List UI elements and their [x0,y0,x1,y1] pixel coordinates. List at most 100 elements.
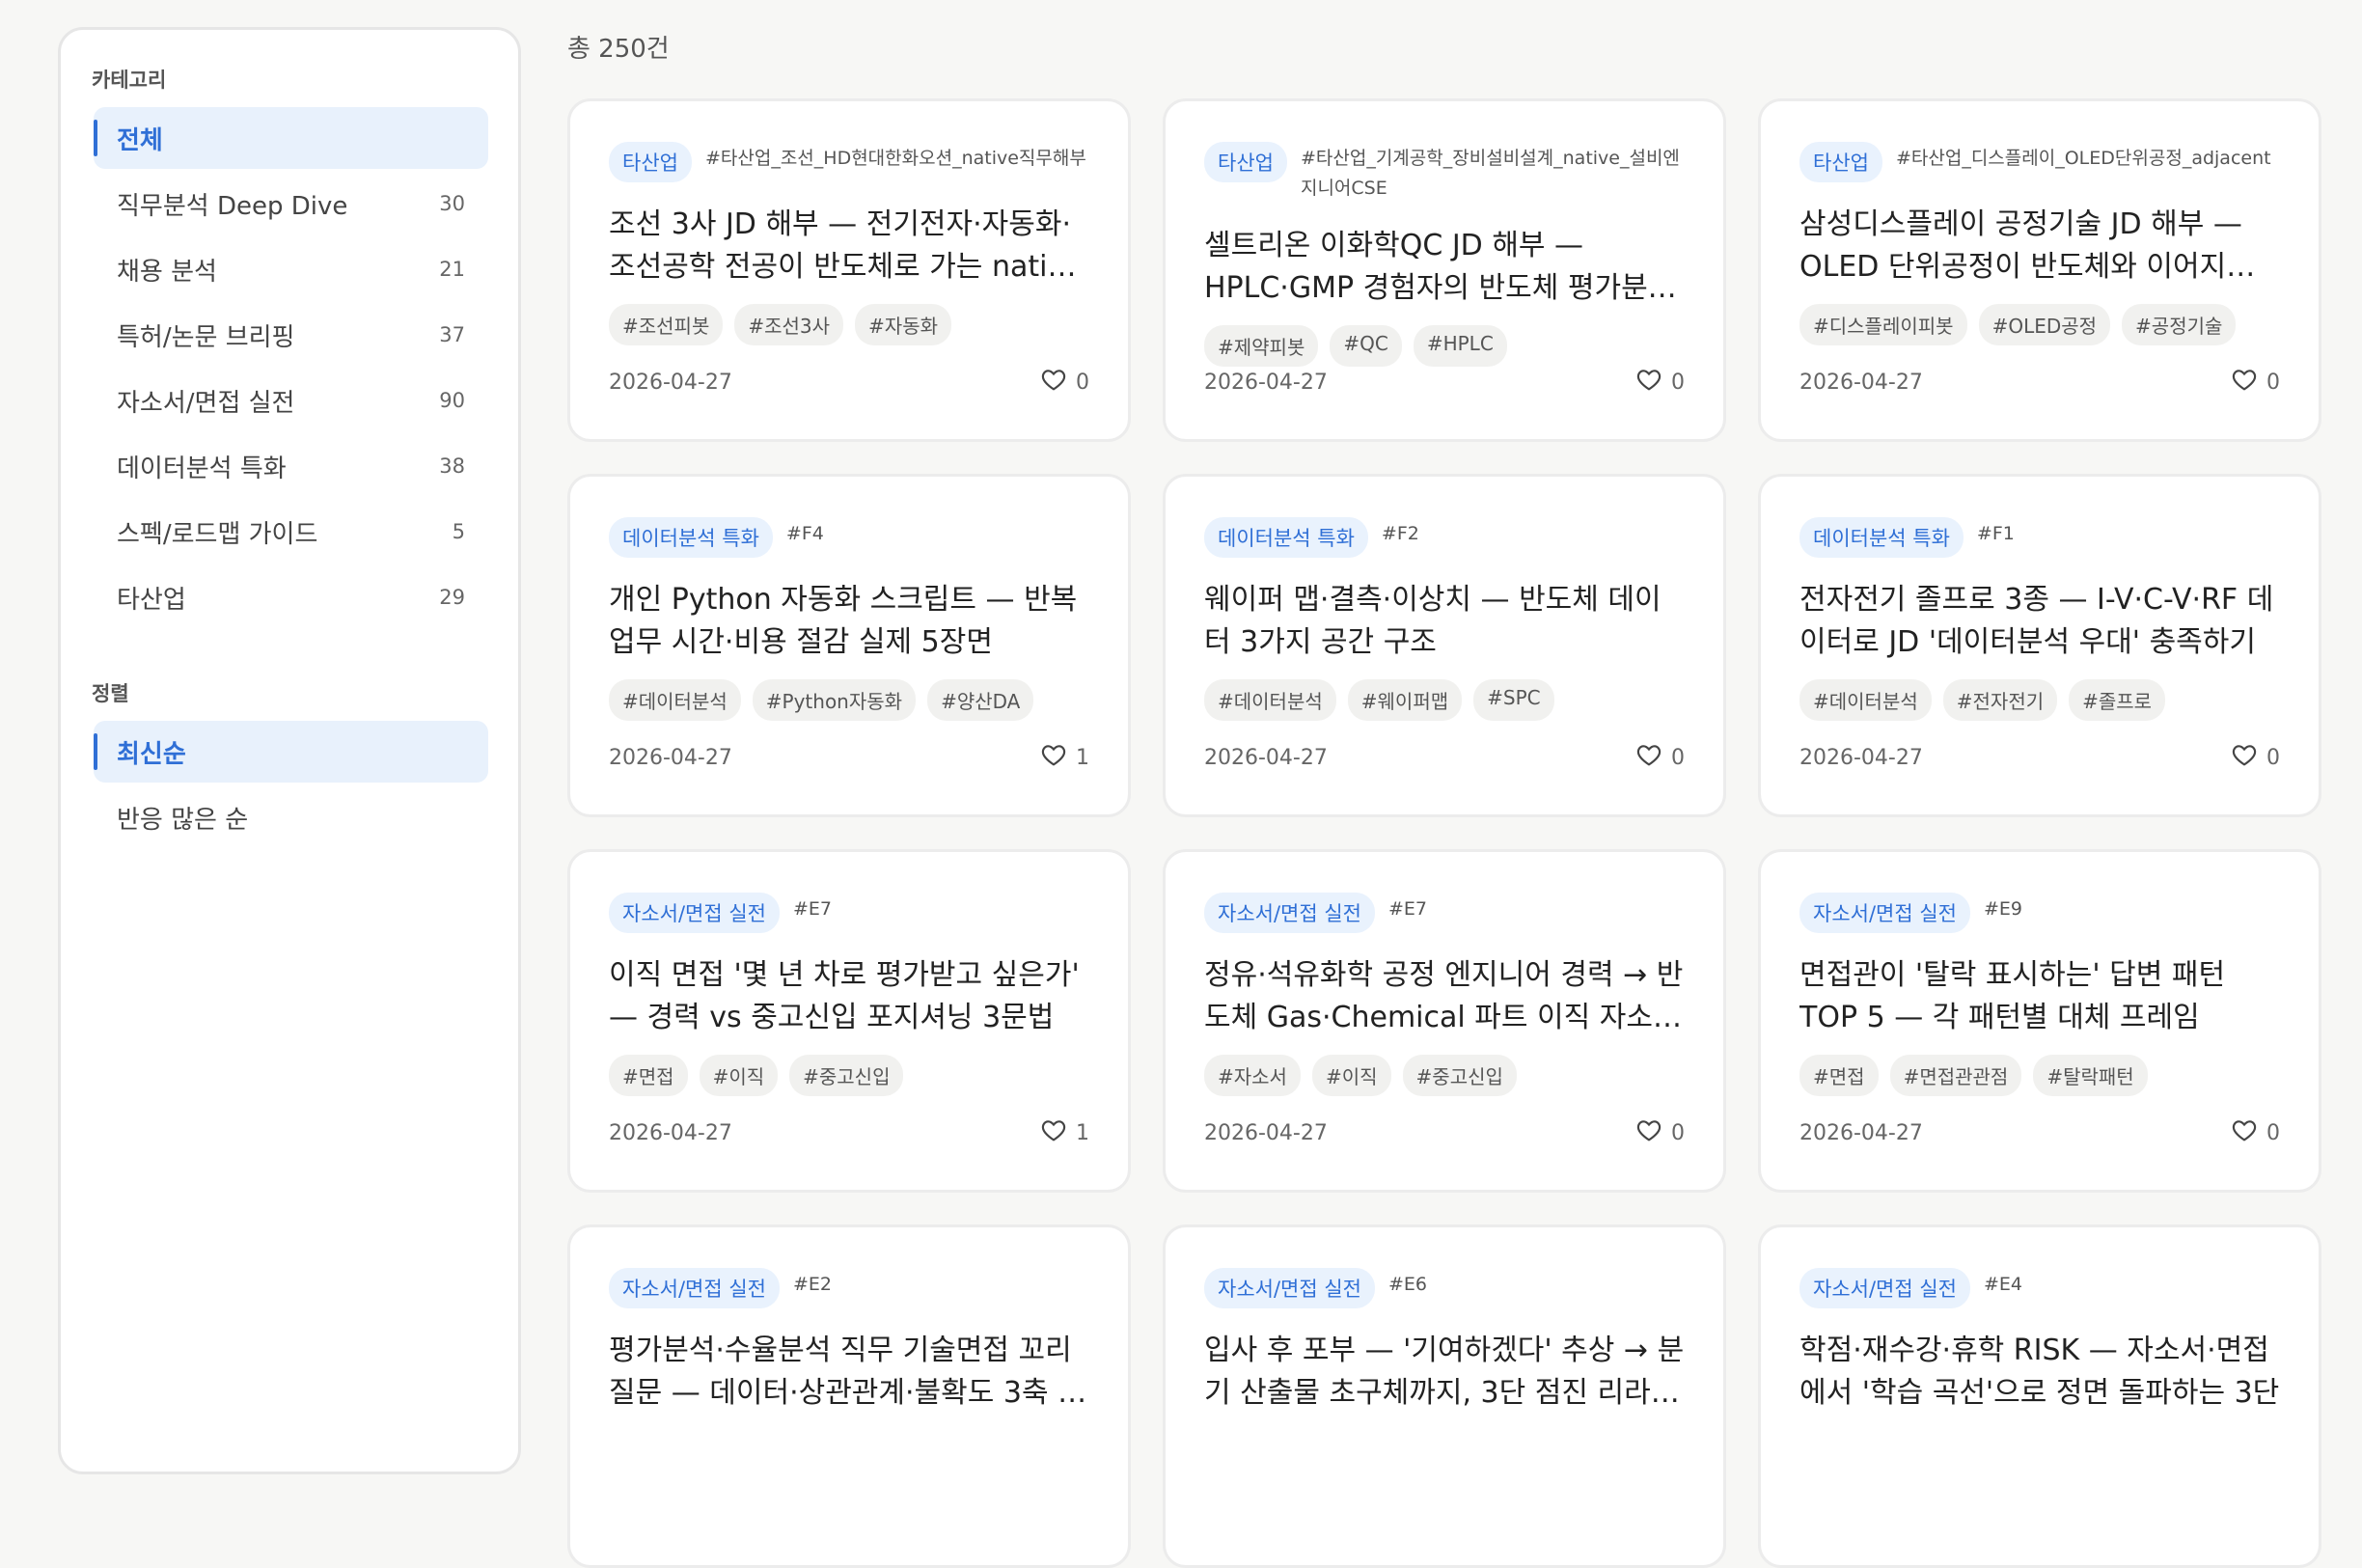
like-count: 1 [1076,745,1089,770]
like-button[interactable]: 0 [1636,743,1685,772]
tag-list: #면접 #이직 #중고신입 [609,1055,1089,1096]
category-badge[interactable]: 데이터분석 특화 [609,517,773,558]
hashtag[interactable]: #면접 [609,1055,688,1096]
hashtag[interactable]: #자소서 [1204,1055,1301,1096]
hashtag[interactable]: #면접관관점 [1889,1055,2022,1096]
hashtag[interactable]: #중고신입 [789,1055,904,1096]
sidebar-category-item[interactable]: 데이터분석 특화 38 [94,435,488,497]
hashtag[interactable]: #자동화 [855,304,952,345]
post-title[interactable]: 웨이퍼 맵·결측·이상치 — 반도체 데이터 3가지 공간 구조 [1204,579,1685,664]
category-badge[interactable]: 자소서/면접 실전 [609,893,780,933]
card-footer: 2026-04-27 0 [1799,1118,2280,1147]
post-title[interactable]: 입사 후 포부 — '기여하겠다' 추상 → 분기 산출물 초구체까지, 3단 … [1204,1330,1685,1415]
category-count: 37 [439,323,465,346]
sidebar-category-item[interactable]: 전체 [94,107,488,169]
sidebar-category-item[interactable]: 자소서/면접 실전 90 [94,370,488,431]
like-button[interactable]: 0 [2232,368,2280,397]
post-card[interactable]: 타산업 #타산업_디스플레이_OLED단위공정_adjacent 삼성디스플레이 공… [1758,98,2321,442]
post-card[interactable]: 데이터분석 특화 #F4 개인 Python 자동화 스크립트 — 반복 업무 시간… [567,474,1131,817]
hashtag[interactable]: #전자전기 [1942,679,2058,721]
post-title[interactable]: 개인 Python 자동화 스크립트 — 반복 업무 시간·비용 절감 실제 5… [609,579,1089,664]
like-button[interactable]: 0 [2232,743,2280,772]
card-meta: 데이터분석 특화 #F2 [1204,517,1685,558]
post-title[interactable]: 이직 면접 '몇 년 차로 평가받고 싶은가' — 경력 vs 중고신입 포지셔… [609,954,1089,1039]
hashtag[interactable]: #HPLC [1413,325,1507,367]
hashtag[interactable]: #OLED공정 [1978,304,2111,345]
sidebar-category-item[interactable]: 채용 분석 21 [94,238,488,300]
post-card[interactable]: 자소서/면접 실전 #E7 정유·석유화학 공정 엔지니어 경력 → 반도체 Gas… [1163,849,1726,1193]
category-badge[interactable]: 타산업 [1799,142,1882,182]
hashtag[interactable]: #제약피봇 [1204,325,1319,367]
post-title[interactable]: 셀트리온 이화학QC JD 해부 — HPLC·GMP 경험자의 반도체 평가분… [1204,225,1685,310]
sidebar-category-item[interactable]: 스펙/로드맵 가이드 5 [94,501,488,563]
card-footer: 2026-04-27 0 [1799,368,2280,397]
hashtag[interactable]: #데이터분석 [609,679,741,721]
hashtag[interactable]: #Python자동화 [752,679,917,721]
hashtag[interactable]: #면접 [1799,1055,1879,1096]
sidebar-category-item[interactable]: 직무분석 Deep Dive 30 [94,173,488,234]
category-badge[interactable]: 타산업 [609,142,692,182]
category-badge[interactable]: 자소서/면접 실전 [1204,893,1375,933]
sidebar-sort-item[interactable]: 반응 많은 순 [94,786,488,848]
like-button[interactable]: 1 [1041,743,1089,772]
post-card[interactable]: 자소서/면접 실전 #E7 이직 면접 '몇 년 차로 평가받고 싶은가' — 경력… [567,849,1131,1193]
category-badge[interactable]: 데이터분석 특화 [1204,517,1368,558]
post-title[interactable]: 조선 3사 JD 해부 — 전기전자·자동화·조선공학 전공이 반도체로 가는 … [609,204,1089,289]
category-badge[interactable]: 자소서/면접 실전 [1204,1268,1375,1308]
post-card[interactable]: 타산업 #타산업_기계공학_장비설비설계_native_설비엔지니어CSE 셀트리온… [1163,98,1726,442]
hashtag[interactable]: #조선피봇 [609,304,724,345]
category-badge[interactable]: 자소서/면접 실전 [1799,1268,1970,1308]
category-heading: 카테고리 [92,69,167,92]
hashtag[interactable]: #디스플레이피봇 [1799,304,1967,345]
category-badge[interactable]: 타산업 [1204,142,1287,182]
tag-list: #데이터분석 #웨이퍼맵 #SPC [1204,679,1685,721]
post-card[interactable]: 데이터분석 특화 #F2 웨이퍼 맵·결측·이상치 — 반도체 데이터 3가지 공간… [1163,474,1726,817]
post-title[interactable]: 삼성디스플레이 공정기술 JD 해부 — OLED 단위공정이 반도체와 이어지… [1799,204,2280,289]
category-badge[interactable]: 자소서/면접 실전 [1799,893,1970,933]
hashtag[interactable]: #이직 [699,1055,779,1096]
hashtag[interactable]: #졸프로 [2069,679,2166,721]
post-card[interactable]: 자소서/면접 실전 #E9 면접관이 '탈락 표시하는' 답변 패턴 TOP 5 —… [1758,849,2321,1193]
hashtag[interactable]: #데이터분석 [1799,679,1932,721]
post-title[interactable]: 평가분석·수율분석 직무 기술면접 꼬리질문 — 데이터·상관관계·불확도 3축… [609,1330,1089,1415]
post-card[interactable]: 타산업 #타산업_조선_HD현대한화오션_native직무해부 조선 3사 JD 해… [567,98,1131,442]
like-button[interactable]: 0 [2232,1118,2280,1147]
sidebar-category-item[interactable]: 타산업 29 [94,566,488,628]
hashtag[interactable]: #QC [1330,325,1402,367]
hashtag[interactable]: #중고신입 [1402,1055,1517,1096]
like-button[interactable]: 0 [1041,368,1089,397]
hashtag[interactable]: #조선3사 [734,304,844,345]
post-code: #타산업_디스플레이_OLED단위공정_adjacent [1895,148,2271,169]
hashtag[interactable]: #이직 [1311,1055,1391,1096]
post-card[interactable]: 자소서/면접 실전 #E6 입사 후 포부 — '기여하겠다' 추상 → 분기 산출… [1163,1224,1726,1568]
hashtag[interactable]: #웨이퍼맵 [1347,679,1463,721]
like-button[interactable]: 1 [1041,1118,1089,1147]
heart-icon [1636,1118,1662,1147]
category-badge[interactable]: 자소서/면접 실전 [609,1268,780,1308]
like-count: 0 [2266,1120,2280,1145]
post-card[interactable]: 자소서/면접 실전 #E2 평가분석·수율분석 직무 기술면접 꼬리질문 — 데이터… [567,1224,1131,1568]
card-footer: 2026-04-27 0 [1204,368,1685,397]
hashtag[interactable]: #공정기술 [2122,304,2237,345]
hashtag[interactable]: #탈락패턴 [2033,1055,2148,1096]
post-card[interactable]: 자소서/면접 실전 #E4 학점·재수강·휴학 RISK — 자소서·면접에서 '학… [1758,1224,2321,1568]
hashtag[interactable]: #SPC [1473,679,1554,721]
post-title[interactable]: 학점·재수강·휴학 RISK — 자소서·면접에서 '학습 곡선'으로 정면 돌… [1799,1330,2280,1415]
post-title[interactable]: 정유·석유화학 공정 엔지니어 경력 → 반도체 Gas·Chemical 파트… [1204,954,1685,1039]
like-button[interactable]: 0 [1636,368,1685,397]
category-label: 자소서/면접 실전 [117,388,295,418]
post-card[interactable]: 데이터분석 특화 #F1 전자전기 졸프로 3종 — I-V·C-V·RF 데이터로… [1758,474,2321,817]
category-badge[interactable]: 데이터분석 특화 [1799,517,1964,558]
heart-icon [2232,368,2257,397]
post-code: #E6 [1388,1274,1428,1295]
sidebar-sort-item[interactable]: 최신순 [94,721,488,783]
sidebar-category-item[interactable]: 특허/논문 브리핑 37 [94,304,488,366]
post-title[interactable]: 전자전기 졸프로 3종 — I-V·C-V·RF 데이터로 JD '데이터분석 … [1799,579,2280,664]
post-title[interactable]: 면접관이 '탈락 표시하는' 답변 패턴 TOP 5 — 각 패턴별 대체 프레… [1799,954,2280,1039]
hashtag[interactable]: #데이터분석 [1204,679,1336,721]
like-button[interactable]: 0 [1636,1118,1685,1147]
category-count: 5 [452,520,465,543]
like-count: 0 [1671,745,1685,770]
tag-list: #조선피봇 #조선3사 #자동화 [609,304,1089,345]
hashtag[interactable]: #양산DA [927,679,1034,721]
